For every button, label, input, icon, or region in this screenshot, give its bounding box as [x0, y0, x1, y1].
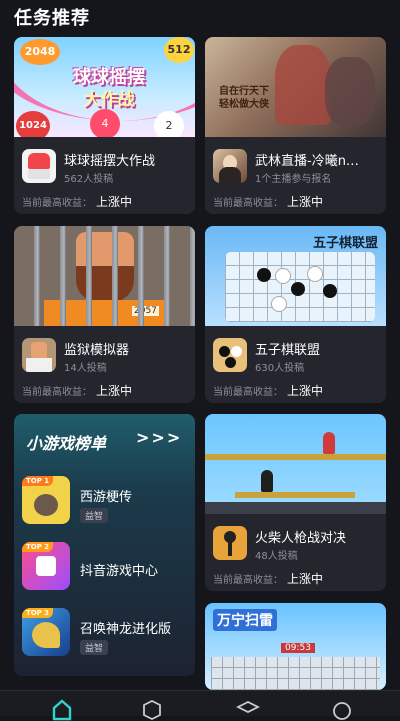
mine-timer: 09:53 — [281, 643, 315, 653]
profile-icon[interactable] — [330, 697, 354, 721]
game-name: 火柴人枪战对决 — [255, 531, 347, 546]
app-icon — [213, 149, 247, 183]
chevron-right-icon[interactable]: >>> — [136, 428, 182, 447]
game-card-minesweeper[interactable]: 万宁扫雷 09:53 — [205, 603, 386, 690]
submission-count: 562人投稿 — [64, 174, 114, 185]
app-icon: TOP 2 — [22, 542, 70, 590]
banner-title: 五子棋联盟 — [312, 236, 378, 251]
platform — [205, 454, 386, 460]
earnings: 当前最高收益： 上涨中 — [213, 195, 324, 209]
ball-4: 4 — [90, 109, 120, 137]
app-icon: TOP 3 — [22, 608, 70, 656]
white-stone — [271, 296, 287, 312]
ball-2048: 2048 — [20, 39, 60, 65]
app-icon: TOP 1 — [22, 476, 70, 524]
game-card-ball-swing[interactable]: 2048 512 球球摇摆 大作战 1024 4 2 球球摇摆大作战 562人投… — [14, 37, 195, 214]
submission-count: 48人投稿 — [255, 551, 298, 562]
game-card-wulin-live[interactable]: 自在行天下 轻松做大侠 武林直播-冷曦n… 1个主播参与报名 当前最高收益： 上涨… — [205, 37, 386, 214]
game-name: 武林直播-冷曦n… — [255, 154, 359, 169]
ball-512: 512 — [164, 37, 194, 63]
rank-badge: TOP 2 — [22, 542, 54, 552]
game-name: 球球摇摆大作战 — [64, 154, 156, 169]
category-tag: 益智 — [80, 640, 109, 655]
warrior-figure — [325, 57, 375, 127]
game-card-stickman-duel[interactable]: 火柴人枪战对决 48人投稿 当前最高收益： 上涨中 — [205, 414, 386, 591]
black-stone — [257, 268, 271, 282]
ranking-item-name: 召唤神龙进化版 — [80, 622, 172, 637]
category-tag: 益智 — [80, 508, 109, 523]
app-icon — [213, 526, 247, 560]
ranking-item[interactable]: TOP 3 召唤神龙进化版 益智 — [14, 608, 195, 660]
game-card-gomoku[interactable]: 五子棋联盟 五子棋联盟 630人投稿 当前最高收益： 上涨中 — [205, 226, 386, 403]
game-card-prison-sim[interactable]: 2057 监狱模拟器 14人投稿 当前最高收益：上涨中 — [14, 226, 195, 403]
earnings: 当前最高收益： 上涨中 — [22, 195, 133, 209]
submission-count: 630人投稿 — [255, 363, 305, 374]
earnings: 当前最高收益： 上涨中 — [22, 384, 133, 398]
ranking-title: 小游戏榜单 — [26, 434, 107, 453]
home-icon[interactable] — [50, 697, 74, 721]
stickman — [261, 470, 273, 492]
ground — [205, 502, 386, 514]
earnings: 当前最高收益： 上涨中 — [213, 572, 324, 586]
game-banner: 万宁扫雷 09:53 — [205, 603, 386, 690]
ranking-item-name: 抖音游戏中心 — [80, 564, 159, 579]
graduation-cap-icon[interactable] — [236, 697, 260, 721]
white-stone — [275, 268, 291, 284]
game-logo-sub: 大作战 — [83, 90, 135, 110]
game-banner: 2057 — [14, 226, 195, 326]
banner-title: 万宁扫雷 — [213, 609, 277, 631]
black-stone — [323, 284, 337, 298]
game-name: 五子棋联盟 — [255, 343, 321, 358]
submission-count: 1个主播参与报名 — [255, 174, 332, 185]
ranking-item-name: 西游梗传 — [80, 490, 133, 505]
rank-badge: TOP 1 — [22, 476, 54, 486]
game-banner: 五子棋联盟 — [205, 226, 386, 326]
app-icon — [22, 338, 56, 372]
earnings: 当前最高收益： 上涨中 — [213, 384, 324, 398]
bottom-nav — [0, 690, 400, 721]
platform — [235, 492, 355, 498]
stickman — [323, 432, 335, 454]
banner-slogan: 自在行天下 轻松做大侠 — [219, 86, 269, 110]
minesweeper-grid — [211, 657, 380, 690]
black-stone — [291, 282, 305, 296]
game-banner: 自在行天下 轻松做大侠 — [205, 37, 386, 137]
mini-game-ranking[interactable]: 小游戏榜单 >>> TOP 1 西游梗传 益智 TOP 2 抖音游戏中心 TOP… — [14, 414, 195, 676]
ranking-item[interactable]: TOP 2 抖音游戏中心 — [14, 542, 195, 594]
app-icon — [213, 338, 247, 372]
task-box-icon[interactable] — [140, 697, 164, 721]
warrior-figure — [275, 45, 331, 125]
game-banner — [205, 414, 386, 514]
page-title: 任务推荐 — [14, 8, 90, 29]
ball-2: 2 — [154, 111, 184, 137]
ranking-item[interactable]: TOP 1 西游梗传 益智 — [14, 476, 195, 528]
app-icon — [22, 149, 56, 183]
game-banner: 2048 512 球球摇摆 大作战 1024 4 2 — [14, 37, 195, 137]
prison-bars — [14, 226, 195, 326]
game-name: 监狱模拟器 — [64, 343, 130, 358]
rank-badge: TOP 3 — [22, 608, 54, 618]
white-stone — [307, 266, 323, 282]
ball-1024: 1024 — [16, 111, 50, 137]
submission-count: 14人投稿 — [64, 363, 107, 374]
